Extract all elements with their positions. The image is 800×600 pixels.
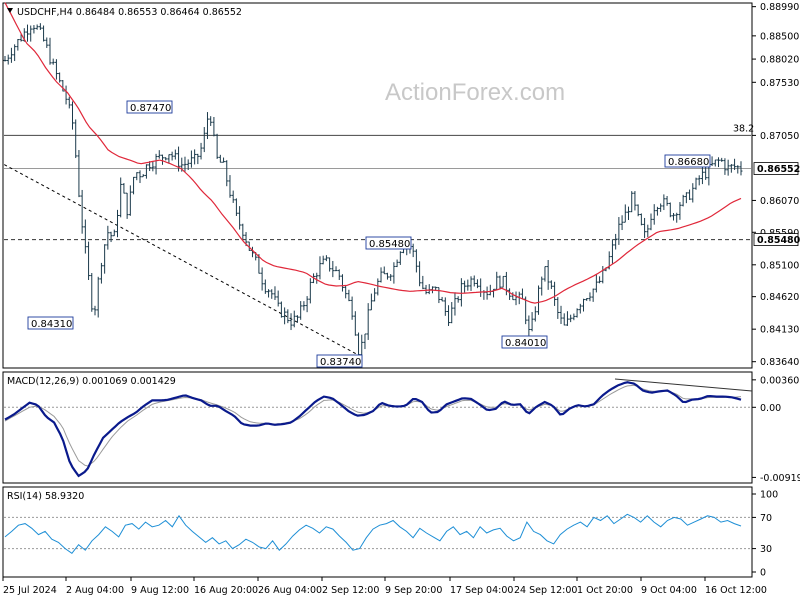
price-annotation: 0.83740: [316, 354, 363, 368]
x-tick-label: 16 Aug 20:00: [194, 585, 258, 596]
y-tick: 0.88500: [752, 31, 799, 42]
x-tick-label: 9 Aug 12:00: [131, 585, 189, 596]
annotation-label: 0.84310: [31, 319, 72, 330]
y-tick-label: 30: [760, 544, 772, 555]
y-tick-label: 0.87530: [760, 78, 799, 89]
y-tick-label: 0.86552: [757, 164, 800, 175]
y-tick-label: 100: [760, 490, 778, 501]
price-annotation: 0.85480: [365, 236, 412, 250]
x-tick-label: 9 Sep 20:00: [385, 585, 442, 596]
price-annotation: 0.84010: [501, 335, 548, 349]
x-tick-label: 17 Sep 04:00: [450, 585, 513, 596]
y-tick-label: 0.88990: [760, 2, 799, 13]
y-tick: 0.88020: [752, 55, 799, 66]
y-tick: 0.85480: [753, 233, 800, 246]
y-tick-label: 0.88020: [760, 55, 799, 66]
x-tick-label: 1 Oct 20:00: [577, 585, 633, 596]
y-tick-label: 0.88500: [760, 31, 799, 42]
y-tick: 0.83640: [752, 357, 799, 368]
annotation-label: 0.85480: [369, 239, 410, 250]
y-tick: 0.88990: [752, 2, 799, 13]
x-tick-label: 2 Aug 04:00: [66, 585, 124, 596]
x-tick-label: 26 Aug 04:00: [258, 585, 322, 596]
y-tick-label: 0: [760, 568, 766, 579]
y-tick-label: 0.84130: [760, 325, 799, 336]
y-tick-label: 0.85480: [757, 235, 800, 246]
y-tick: 0.86070: [752, 196, 799, 207]
rsi-pane-title: RSI(14) 58.9320: [7, 491, 84, 502]
y-tick: -0.009198: [752, 473, 800, 484]
y-tick: 0.87050: [752, 131, 799, 142]
price-pane-title: USDCHF,H4 0.86484 0.86553 0.86464 0.8655…: [17, 7, 242, 18]
price-annotation: 0.87470: [126, 100, 173, 114]
chart-canvas: ActionForex.com 38.2 0.88990 0.88500 0.880…: [0, 0, 800, 600]
x-tick-label: 9 Oct 04:00: [641, 585, 697, 596]
y-tick-label: 0.85100: [760, 260, 799, 271]
y-tick: 0.85100: [752, 260, 799, 271]
y-tick: 0.003603: [752, 375, 800, 386]
y-tick-label: 0.87050: [760, 131, 799, 142]
y-tick-label: 70: [760, 513, 772, 524]
y-tick: 0.86552: [753, 162, 800, 175]
y-tick-label: 0.00: [760, 403, 781, 414]
x-tick-label: 2 Sep 12:00: [322, 585, 379, 596]
y-tick-label: -0.009198: [760, 473, 800, 484]
price-annotation: 0.84310: [27, 316, 74, 330]
annotation-label: 0.84010: [505, 338, 546, 349]
annotation-label: 0.86680: [668, 157, 709, 168]
y-tick-label: 0.003603: [760, 375, 800, 386]
fib-level-label: 38.2: [733, 123, 754, 134]
y-tick: 0.84620: [752, 292, 799, 303]
watermark: ActionForex.com: [385, 79, 565, 106]
y-tick: 0.84130: [752, 325, 799, 336]
macd-pane-title: MACD(12,26,9) 0.001069 0.001429: [7, 376, 176, 387]
x-tick-label: 24 Sep 12:00: [514, 585, 577, 596]
annotation-label: 0.83740: [320, 357, 361, 368]
price-annotation: 0.86680: [664, 154, 711, 168]
y-tick-label: 0.84620: [760, 292, 799, 303]
y-tick: 0.87530: [752, 78, 799, 89]
y-tick-label: 0.86070: [760, 196, 799, 207]
x-tick-label: 25 Jul 2024: [3, 585, 57, 596]
x-tick-label: 16 Oct 12:00: [705, 585, 767, 596]
y-tick-label: 0.83640: [760, 357, 799, 368]
annotation-label: 0.87470: [130, 103, 171, 114]
